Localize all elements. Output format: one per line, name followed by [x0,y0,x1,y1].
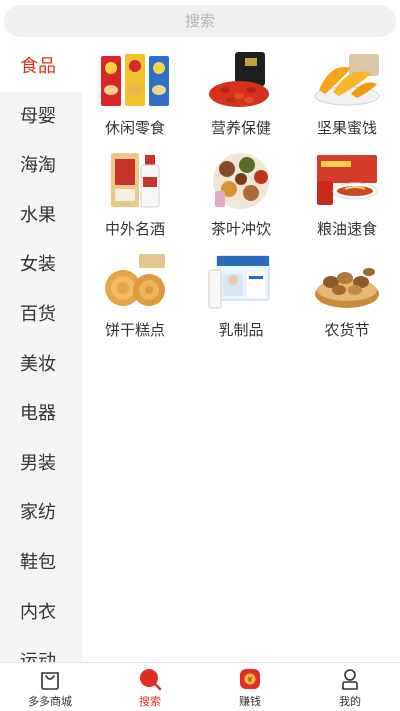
subcategory-nuts-preserves[interactable]: 坚果蜜饯 [294,48,400,149]
sidebar-item-general-goods[interactable]: 百货 [0,290,82,340]
sidebar-item-fruit[interactable]: 水果 [0,191,82,241]
tab-label: 多多商城 [28,695,72,708]
tab-profile[interactable]: 我的 [300,663,400,711]
subcategory-grain-instant[interactable]: 粮油速食 [294,149,400,250]
search-bar [0,0,400,44]
sidebar-item-beauty[interactable]: 美妆 [0,340,82,390]
subcategory-dairy[interactable]: 乳制品 [188,250,294,351]
subcategory-label: 坚果蜜饯 [316,119,377,137]
tab-search[interactable]: 搜索 [100,663,200,711]
sidebar-item-shoes-bags[interactable]: 鞋包 [0,538,82,588]
sidebar-item-sports[interactable]: 运动 [0,637,82,662]
subcategory-tea-drinks[interactable]: 茶叶冲饮 [188,149,294,250]
sidebar-item-overseas[interactable]: 海淘 [0,141,82,191]
chips-bags-icon [101,54,169,106]
bread-rolls-icon [105,254,165,306]
search-icon [140,669,162,691]
search-input[interactable] [4,5,396,37]
tab-label: 我的 [339,695,361,708]
tea-mix-icon [213,153,269,209]
tab-label: 赚钱 [239,695,261,708]
subcategory-label: 粮油速食 [316,220,377,238]
liquor-bottle-icon [111,153,160,208]
tab-label: 搜索 [139,695,161,708]
subcategory-label: 中外名酒 [104,220,165,238]
category-sidebar: 食品 母婴 海淘 水果 女装 百货 美妆 电器 男装 家纺 鞋包 内衣 运动 [0,42,82,662]
sidebar-item-home-textiles[interactable]: 家纺 [0,488,82,538]
tab-mall[interactable]: 多多商城 [0,663,100,711]
tab-earn[interactable]: 赚钱 [200,663,300,711]
subcategory-label: 饼干糕点 [104,321,165,339]
subcategory-label: 营养保健 [210,119,271,137]
category-content: 休闲零食 营养保健 坚果蜜饯 中外名酒 茶叶冲饮 粮油速食 饼干糕点 乳制品 农… [82,42,400,662]
nuts-bowl-icon [315,268,379,308]
sidebar-item-appliances[interactable]: 电器 [0,389,82,439]
goji-berries-icon [209,52,269,107]
money-icon [240,669,260,689]
subcategory-label: 农货节 [324,321,370,339]
shopping-bag-icon [41,672,59,690]
bottom-tab-bar: 多多商城 搜索 赚钱 我的 [0,662,400,711]
sidebar-item-underwear[interactable]: 内衣 [0,588,82,638]
app-root: 食品 母婴 海淘 水果 女装 百货 美妆 电器 男装 家纺 鞋包 内衣 运动 [0,0,400,711]
subcategory-farm-festival[interactable]: 农货节 [294,250,400,351]
instant-noodles-icon [317,155,378,205]
milk-box-icon [208,255,270,309]
dried-mango-icon [314,54,380,106]
subcategory-liquor[interactable]: 中外名酒 [82,149,188,250]
subcategory-snacks[interactable]: 休闲零食 [82,48,188,149]
subcategory-grid: 休闲零食 营养保健 坚果蜜饯 中外名酒 茶叶冲饮 粮油速食 饼干糕点 乳制品 农… [82,42,400,351]
subcategory-biscuits-pastries[interactable]: 饼干糕点 [82,250,188,351]
subcategory-label: 乳制品 [218,321,264,339]
subcategory-label: 茶叶冲饮 [210,220,271,238]
sidebar-item-women-clothing[interactable]: 女装 [0,240,82,290]
profile-icon [342,669,358,690]
sidebar-item-baby[interactable]: 母婴 [0,92,82,142]
subcategory-health[interactable]: 营养保健 [188,48,294,149]
subcategory-label: 休闲零食 [104,119,165,137]
sidebar-item-men-clothing[interactable]: 男装 [0,439,82,489]
sidebar-item-food[interactable]: 食品 [0,42,82,92]
